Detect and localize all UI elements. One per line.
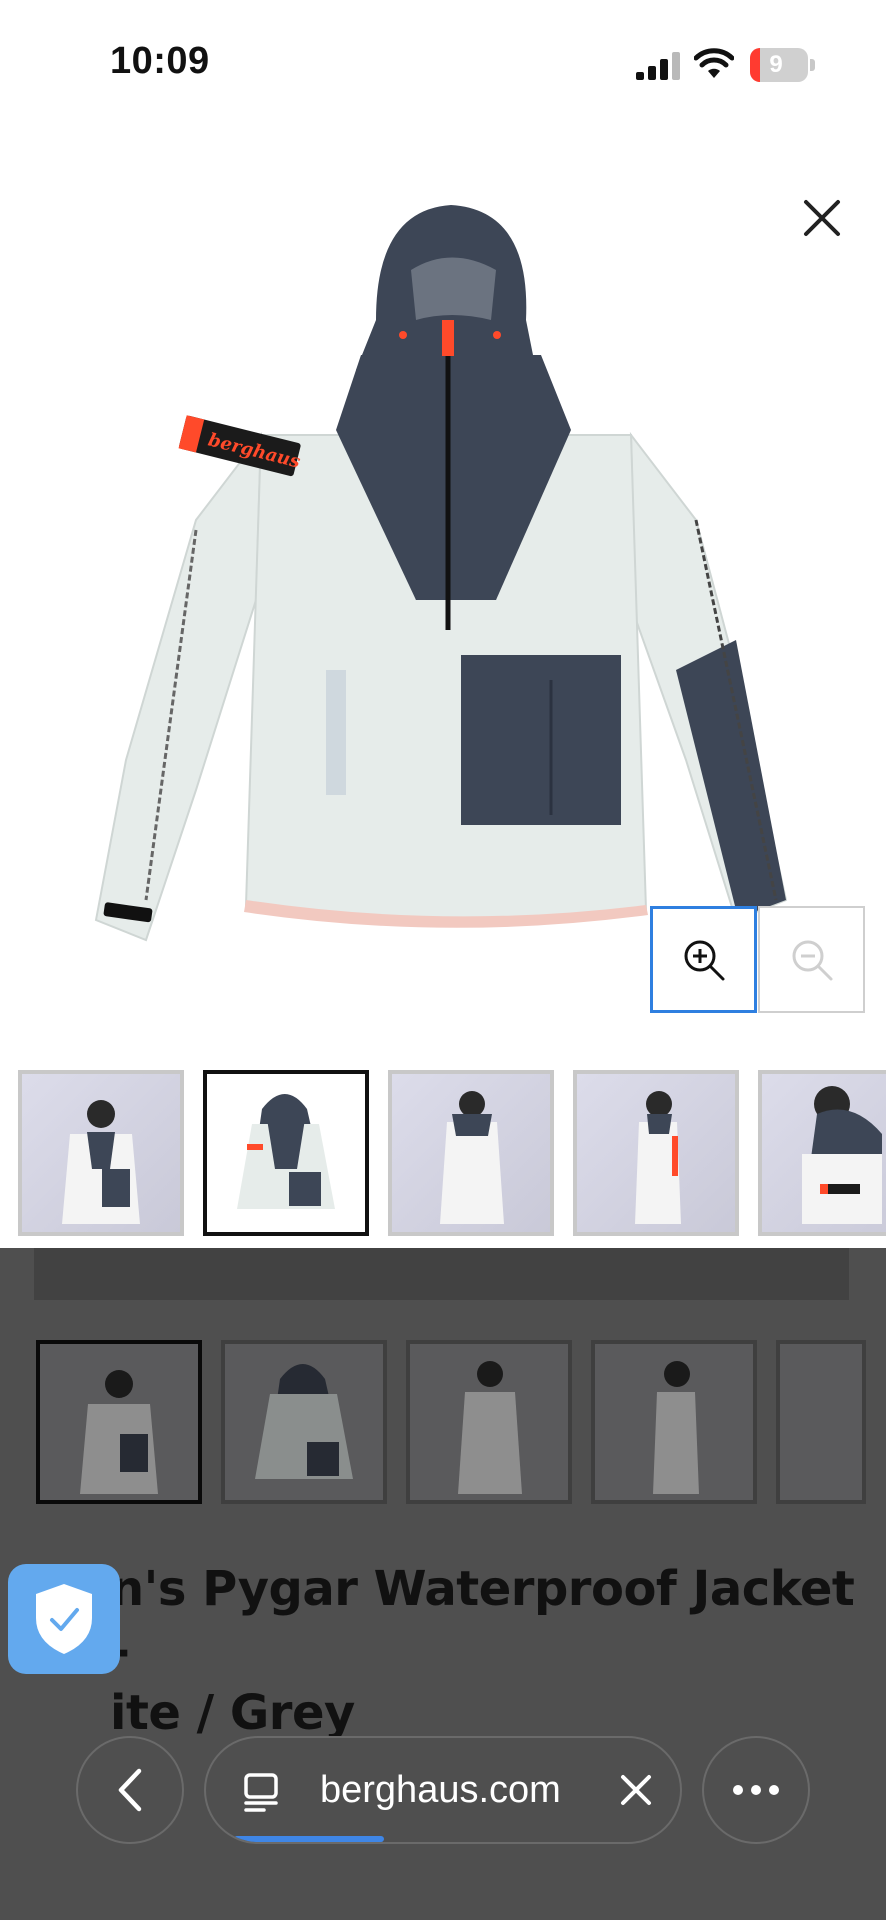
thumbnail-image bbox=[62, 1100, 140, 1224]
zoom-in-icon bbox=[684, 940, 724, 980]
thumbnail-2[interactable] bbox=[203, 1070, 369, 1236]
thumbnail-5[interactable] bbox=[758, 1070, 886, 1236]
thumbnail-1[interactable] bbox=[18, 1070, 184, 1236]
product-title-line-1: n's Pygar Waterproof Jacket - bbox=[110, 1561, 855, 1679]
thumbnail-image bbox=[458, 1361, 522, 1494]
more-icon bbox=[733, 1785, 779, 1795]
thumbnail-strip bbox=[0, 1070, 886, 1238]
background-thumbnail-2 bbox=[221, 1340, 387, 1504]
wifi-icon bbox=[694, 48, 734, 78]
status-bar: 10:09 9 bbox=[0, 0, 886, 130]
zoom-out-button[interactable] bbox=[758, 906, 865, 1013]
signal-icon bbox=[636, 52, 680, 80]
thumbnail-image bbox=[802, 1086, 882, 1224]
thumbnail-image bbox=[237, 1094, 335, 1209]
back-button[interactable] bbox=[76, 1736, 184, 1844]
product-title: n's Pygar Waterproof Jacket - ite / Grey bbox=[110, 1558, 870, 1744]
thumbnail-4[interactable] bbox=[573, 1070, 739, 1236]
close-icon bbox=[621, 1775, 651, 1805]
chevron-left-icon bbox=[118, 1768, 142, 1812]
zoom-in-button[interactable] bbox=[650, 906, 757, 1013]
shield-check-icon bbox=[36, 1584, 92, 1654]
close-icon bbox=[804, 200, 840, 236]
url-text: berghaus.com bbox=[320, 1769, 561, 1811]
privacy-shield-button[interactable] bbox=[8, 1564, 120, 1674]
thumbnail-image bbox=[440, 1091, 504, 1224]
background-image-strip bbox=[34, 1248, 849, 1300]
product-image: berghaus bbox=[94, 205, 788, 942]
background-thumbnail-3 bbox=[406, 1340, 572, 1504]
battery-cap bbox=[810, 59, 815, 71]
battery-level: 9 bbox=[769, 51, 783, 78]
page-load-progress bbox=[234, 1836, 384, 1842]
thumbnail-3[interactable] bbox=[388, 1070, 554, 1236]
background-thumbnail-1 bbox=[36, 1340, 202, 1504]
page-menu-icon[interactable] bbox=[242, 1772, 282, 1812]
thumbnail-image bbox=[635, 1091, 681, 1224]
thumbnail-image bbox=[80, 1370, 158, 1494]
more-options-button[interactable] bbox=[702, 1736, 810, 1844]
clear-url-button[interactable] bbox=[610, 1764, 662, 1816]
background-thumbnail-5 bbox=[776, 1340, 866, 1504]
status-time: 10:09 bbox=[110, 40, 210, 82]
product-title-line-2: ite / Grey bbox=[110, 1685, 355, 1741]
address-bar[interactable]: berghaus.com bbox=[204, 1736, 682, 1844]
thumbnail-image bbox=[653, 1361, 699, 1494]
zoom-out-icon bbox=[792, 940, 832, 980]
background-thumbnail-4 bbox=[591, 1340, 757, 1504]
thumbnail-image bbox=[255, 1364, 353, 1479]
battery-icon: 9 bbox=[750, 48, 808, 82]
